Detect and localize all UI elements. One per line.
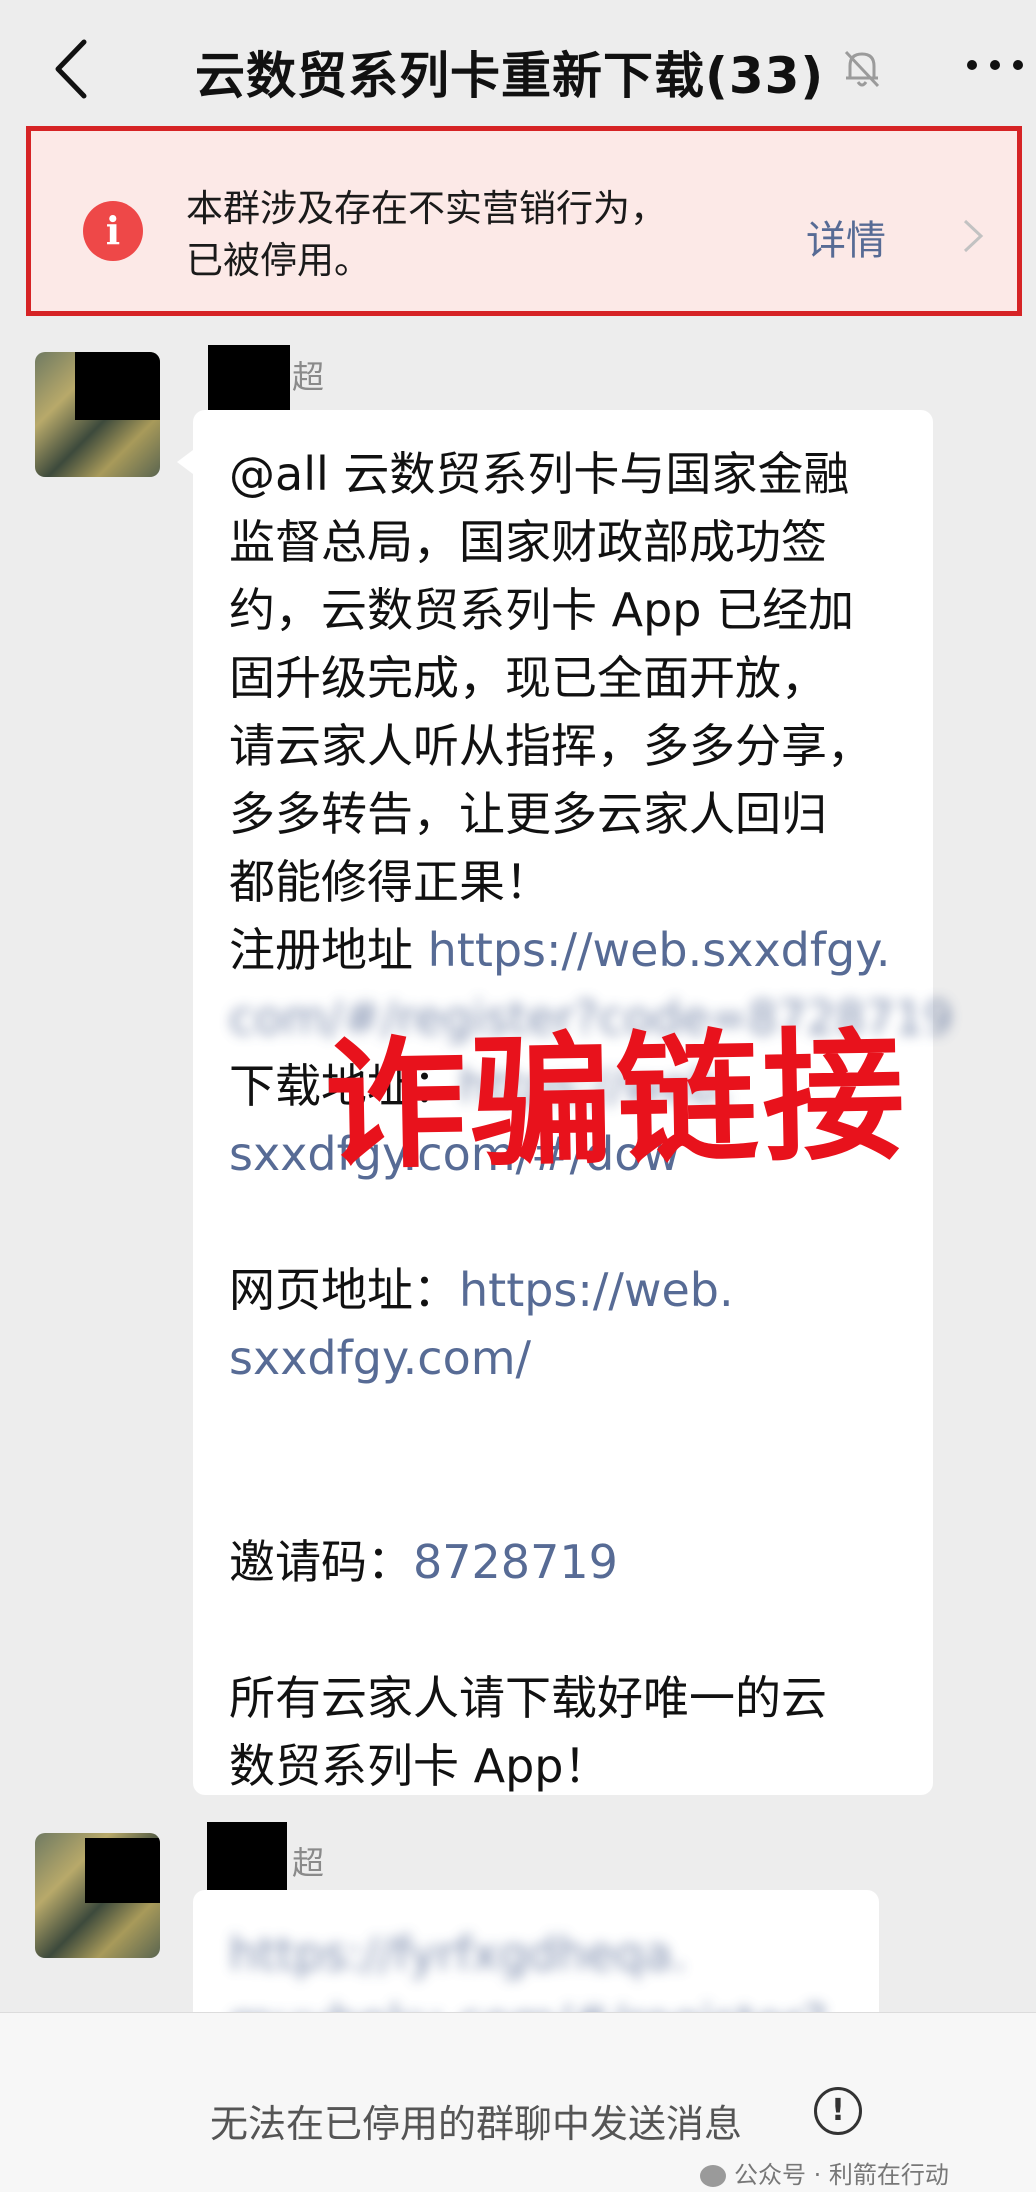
invite-label: 邀请码：	[229, 1535, 413, 1589]
fraud-link-stamp: 诈骗链接	[322, 1013, 910, 1190]
group-disabled-banner[interactable]: i 本群涉及存在不实营销行为， 已被停用。 详情	[26, 126, 1022, 316]
web-link-cont[interactable]: sxxdfgy.com/	[229, 1331, 531, 1385]
banner-message: 本群涉及存在不实营销行为， 已被停用。	[186, 183, 766, 287]
register-row: 注册地址 https://web.sxxdfgy.	[229, 916, 929, 984]
message-line: 固升级完成，现已全面开放，	[229, 651, 827, 705]
message-line: 所有云家人请下载好唯一的云	[229, 1671, 827, 1725]
banner-line-1: 本群涉及存在不实营销行为，	[186, 187, 667, 230]
sender-mask	[208, 345, 290, 413]
chat-title: 云数贸系列卡重新下载(33)	[195, 47, 825, 105]
chevron-left-icon[interactable]	[44, 34, 104, 104]
web-label: 网页地址：	[229, 1263, 459, 1317]
register-label: 注册地址	[229, 923, 428, 977]
register-link[interactable]: https://web.sxxdfgy.	[428, 923, 891, 977]
watermark: 公众号 · 利箭在行动	[700, 2155, 949, 2190]
avatar-mask	[85, 1838, 160, 1903]
message-line: 请云家人听从指挥，多多分享，	[229, 719, 873, 773]
sender-mask	[207, 1822, 287, 1892]
message-line: @all 云数贸系列卡与国家金融	[229, 447, 850, 501]
wechat-logo-icon	[700, 2165, 726, 2187]
footer-notice: 无法在已停用的群聊中发送消息	[210, 2102, 743, 2146]
banner-detail-link[interactable]: 详情	[806, 208, 886, 266]
invite-code: 8728719	[413, 1535, 618, 1589]
web-row-2: sxxdfgy.com/	[229, 1324, 929, 1392]
alert-circle-icon[interactable]: !	[814, 2087, 862, 2135]
chat-header: 云数贸系列卡重新下载(33)	[0, 0, 1036, 130]
avatar[interactable]	[35, 1833, 160, 1958]
info-icon: i	[83, 201, 143, 261]
avatar[interactable]	[35, 352, 160, 477]
message-line: 监督总局，国家财政部成功签	[229, 515, 827, 569]
message-line: 多多转告，让更多云家人回归	[229, 787, 827, 841]
invite-row: 邀请码：8728719	[229, 1528, 929, 1596]
message-line: 约，云数贸系列卡 App 已经加	[229, 583, 855, 637]
web-row: 网页地址：https://web.	[229, 1256, 929, 1324]
web-link[interactable]: https://web.	[459, 1263, 734, 1317]
avatar-mask	[75, 352, 160, 420]
message-line: 数贸系列卡 App！	[229, 1739, 610, 1793]
message-line: 都能修得正果！	[229, 855, 551, 909]
bell-off-icon	[838, 44, 886, 92]
more-icon[interactable]	[960, 40, 1030, 90]
chevron-right-icon	[961, 217, 985, 255]
message-link[interactable]: https://fyrfxgdheqa.	[229, 1920, 869, 1988]
banner-line-2: 已被停用。	[186, 239, 371, 282]
